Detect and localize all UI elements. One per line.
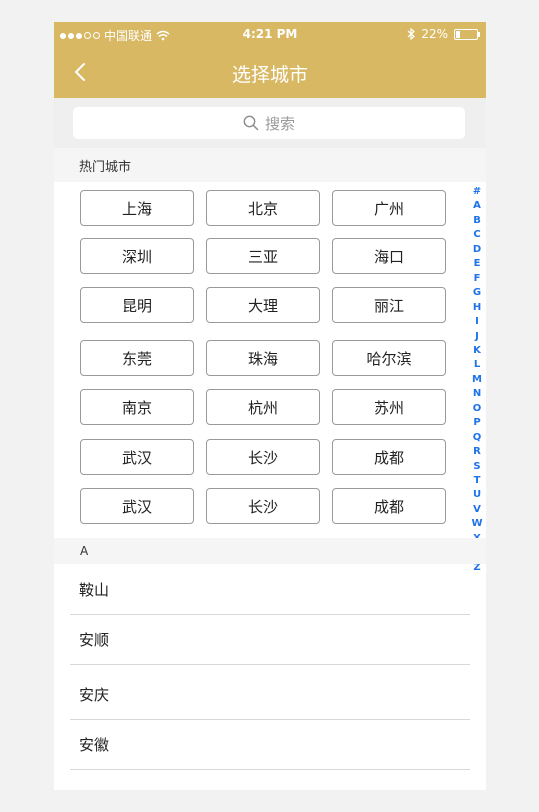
city-name: 安庆 — [79, 686, 110, 704]
app-header: 中国联通 4:21 PM 22% 选择城市 — [54, 22, 486, 98]
index-letter[interactable]: P — [468, 417, 486, 428]
section-a-header: A — [54, 538, 486, 564]
index-letter[interactable]: S — [468, 461, 486, 472]
bluetooth-icon — [407, 28, 416, 40]
hot-city-button[interactable]: 成都 — [332, 488, 446, 524]
hot-city-button[interactable]: 上海 — [80, 190, 194, 226]
hot-city-button[interactable]: 丽江 — [332, 287, 446, 323]
battery-percent: 22% — [421, 27, 448, 41]
hot-city-button[interactable]: 苏州 — [332, 389, 446, 425]
index-letter[interactable]: N — [468, 388, 486, 399]
index-letter[interactable]: M — [468, 374, 486, 385]
city-list-item[interactable]: 安庆 — [70, 669, 470, 720]
search-icon — [243, 115, 259, 131]
search-placeholder: 搜索 — [264, 114, 295, 133]
battery-icon — [454, 28, 480, 40]
hot-city-button[interactable]: 长沙 — [206, 488, 320, 524]
index-letter[interactable]: R — [468, 446, 486, 457]
index-letter[interactable]: V — [468, 504, 486, 515]
hot-city-button[interactable]: 昆明 — [80, 287, 194, 323]
hot-city-button[interactable]: 深圳 — [80, 238, 194, 274]
index-letter[interactable]: I — [468, 316, 486, 327]
index-letter[interactable]: H — [468, 302, 486, 313]
index-letter[interactable]: B — [468, 215, 486, 226]
city-list-item[interactable]: 鞍山 — [70, 564, 470, 615]
page-title: 选择城市 — [231, 64, 308, 86]
phone-screen: 中国联通 4:21 PM 22% 选择城市 搜索 热门城市 上海 北京 广州 深… — [54, 22, 486, 790]
hot-city-button[interactable]: 成都 — [332, 439, 446, 475]
index-letter[interactable]: C — [468, 229, 486, 240]
hot-city-button[interactable]: 武汉 — [80, 439, 194, 475]
index-letter[interactable]: O — [468, 403, 486, 414]
city-name: 安徽 — [79, 736, 110, 754]
city-name: 鞍山 — [79, 581, 110, 599]
index-letter[interactable]: J — [468, 331, 486, 342]
section-a-label: A — [80, 544, 89, 558]
index-letter[interactable]: # — [468, 186, 486, 197]
index-letter[interactable]: E — [468, 258, 486, 269]
hot-city-button[interactable]: 北京 — [206, 190, 320, 226]
hot-city-button[interactable]: 三亚 — [206, 238, 320, 274]
city-name: 安顺 — [79, 631, 110, 649]
hot-city-button[interactable]: 珠海 — [206, 340, 320, 376]
hot-city-button[interactable]: 哈尔滨 — [332, 340, 446, 376]
index-letter[interactable]: Q — [468, 432, 486, 443]
index-letter[interactable]: W — [468, 518, 486, 529]
city-list-item[interactable]: 安徽 — [70, 719, 470, 770]
index-letter[interactable]: K — [468, 345, 486, 356]
status-bar: 中国联通 4:21 PM 22% — [54, 22, 486, 46]
hot-city-button[interactable]: 武汉 — [80, 488, 194, 524]
hot-city-button[interactable]: 南京 — [80, 389, 194, 425]
hot-cities-label: 热门城市 — [79, 160, 132, 175]
hot-city-button[interactable]: 长沙 — [206, 439, 320, 475]
city-list-item[interactable]: 安顺 — [70, 614, 470, 665]
index-letter[interactable]: A — [468, 200, 486, 211]
index-letter[interactable]: D — [468, 244, 486, 255]
hot-city-button[interactable]: 杭州 — [206, 389, 320, 425]
hot-city-button[interactable]: 广州 — [332, 190, 446, 226]
hot-city-button[interactable]: 海口 — [332, 238, 446, 274]
nav-bar: 选择城市 — [54, 46, 486, 98]
index-letter[interactable]: U — [468, 489, 486, 500]
status-right: 22% — [407, 27, 480, 41]
index-letter[interactable]: F — [468, 273, 486, 284]
index-letter[interactable]: G — [468, 287, 486, 298]
search-input[interactable]: 搜索 — [73, 107, 465, 139]
index-letter[interactable]: T — [468, 475, 486, 486]
hot-city-button[interactable]: 大理 — [206, 287, 320, 323]
hot-cities-header: 热门城市 — [54, 148, 486, 182]
index-letter[interactable]: L — [468, 359, 486, 370]
search-area: 搜索 — [54, 98, 486, 148]
hot-city-button[interactable]: 东莞 — [80, 340, 194, 376]
